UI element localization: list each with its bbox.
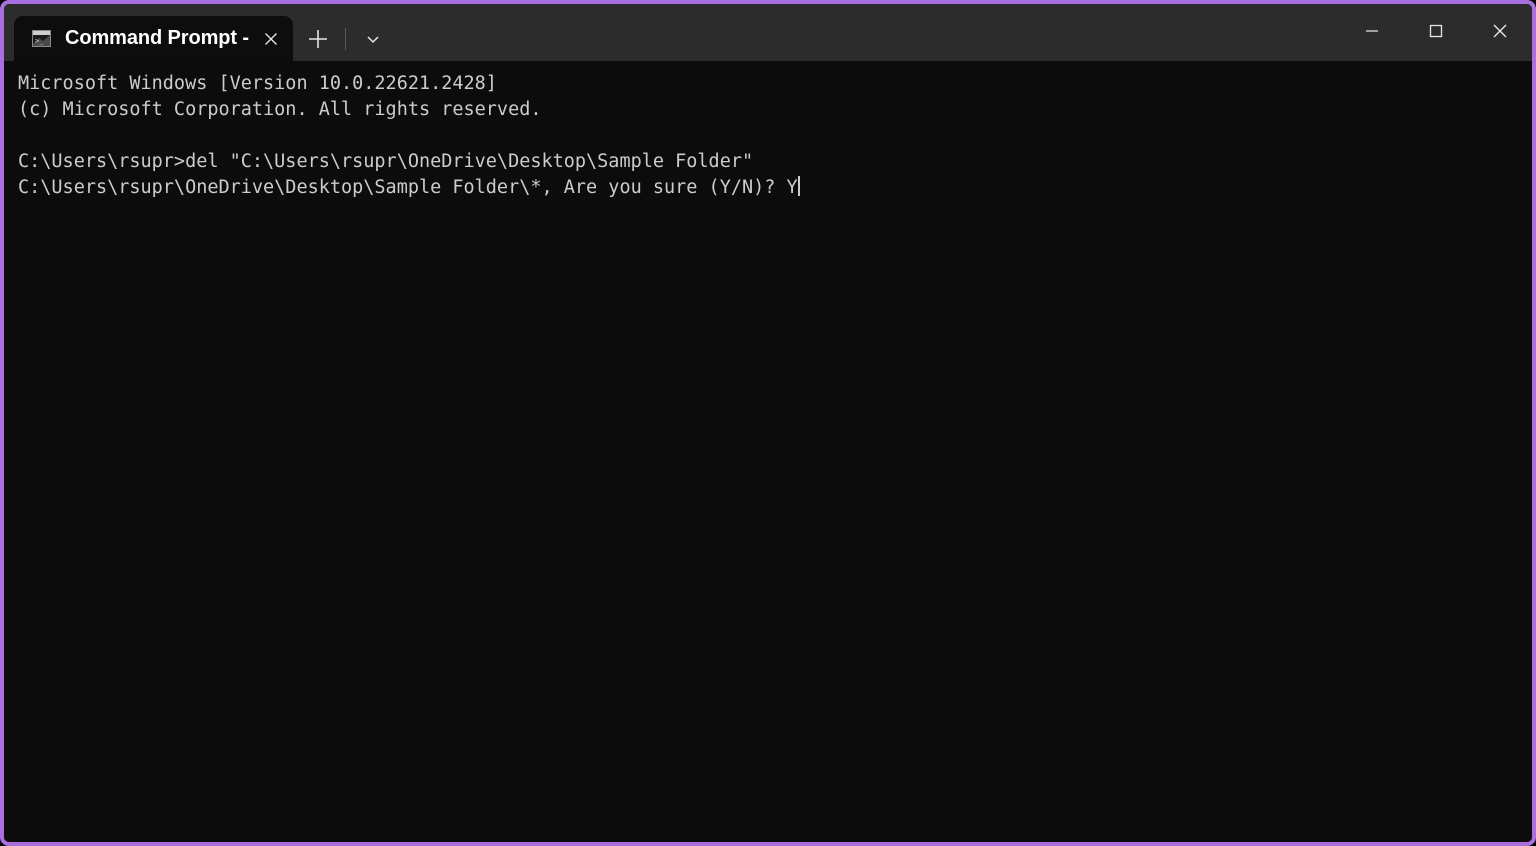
window-controls — [1340, 4, 1532, 61]
close-button[interactable] — [1468, 4, 1532, 57]
terminal-confirm-text: C:\Users\rsupr\OneDrive\Desktop\Sample F… — [18, 177, 798, 198]
terminal-line: (c) Microsoft Corporation. All rights re… — [18, 99, 542, 120]
terminal-output[interactable]: Microsoft Windows [Version 10.0.22621.24… — [4, 61, 1532, 842]
tab-strip: >_ Command Prompt - — [4, 4, 398, 61]
svg-text:>_: >_ — [35, 37, 44, 45]
terminal-line-command: C:\Users\rsupr>del "C:\Users\rsupr\OneDr… — [18, 151, 754, 172]
new-tab-button[interactable] — [298, 19, 338, 59]
maximize-button[interactable] — [1404, 4, 1468, 57]
tab-strip-divider — [344, 27, 346, 50]
chevron-down-icon[interactable] — [353, 19, 393, 59]
tab-close-icon[interactable] — [255, 23, 287, 55]
terminal-line-confirm: C:\Users\rsupr\OneDrive\Desktop\Sample F… — [18, 175, 1532, 201]
text-cursor — [797, 176, 800, 196]
tab-strip-actions — [293, 16, 398, 61]
tab-title: Command Prompt - — [65, 27, 249, 49]
tab-command-prompt[interactable]: >_ Command Prompt - — [14, 16, 293, 61]
terminal-window: >_ Command Prompt - Microsoft Windows [V… — [0, 0, 1536, 846]
title-bar: >_ Command Prompt - — [4, 4, 1532, 61]
minimize-button[interactable] — [1340, 4, 1404, 57]
console-icon: >_ — [32, 30, 51, 47]
terminal-line: Microsoft Windows [Version 10.0.22621.24… — [18, 73, 497, 94]
